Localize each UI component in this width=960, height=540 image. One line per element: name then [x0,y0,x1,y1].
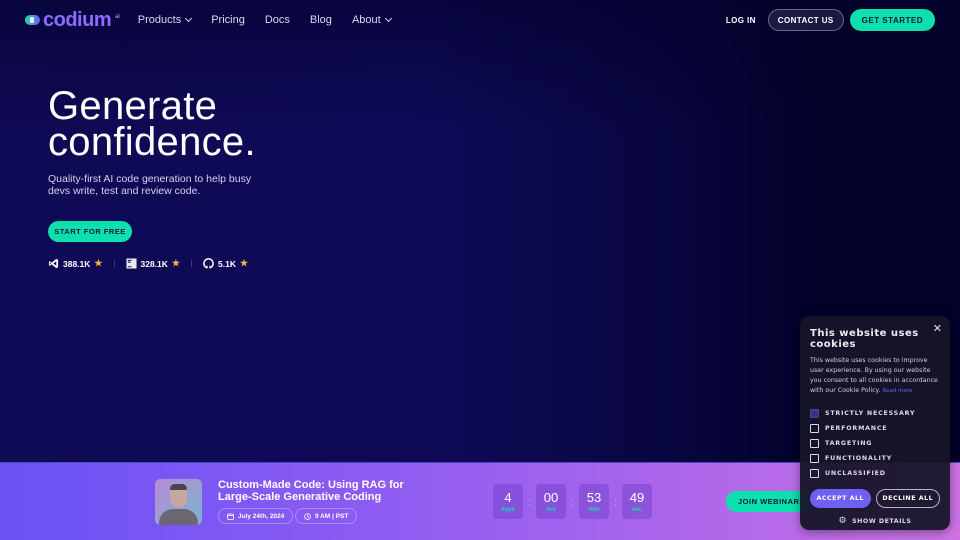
countdown-minutes-value: 53 [586,489,602,505]
hero-title-line2: confidence. [48,120,256,164]
countdown-separator: : [571,496,574,507]
nav-actions: LOG IN CONTACT US GET STARTED [726,9,935,31]
countdown-hours-value: 00 [543,489,559,505]
decline-all-button[interactable]: DECLINE ALL [875,489,940,508]
stat-jetbrains[interactable]: 328.1K ★ [125,258,180,269]
install-stats: 388.1K ★ 328.1K ★ 5.1K ★ [48,258,258,269]
countdown-days-label: days [501,506,515,513]
jetbrains-icon [125,258,137,269]
nav-docs[interactable]: Docs [265,14,290,26]
get-started-button[interactable]: GET STARTED [849,9,935,31]
vscode-icon [48,258,59,269]
cookie-unclassified[interactable]: UNCLASSIFIED [810,466,940,481]
chevron-down-icon [384,14,392,23]
cookie-categories: STRICTLY NECESSARY PERFORMANCE TARGETING… [810,406,940,481]
countdown-separator: : [528,496,531,507]
countdown-hours: 00 hrs [536,484,566,519]
start-for-free-button[interactable]: START FOR FREE [48,221,132,242]
checkbox[interactable] [810,439,819,448]
nav-docs-label: Docs [264,14,290,26]
star-icon: ★ [239,258,249,268]
cookie-strictly-necessary[interactable]: STRICTLY NECESSARY [810,406,940,421]
stat-vscode[interactable]: 388.1K ★ [48,258,103,269]
cookie-category-label: PERFORMANCE [825,425,888,432]
countdown-seconds: 49 sec [622,484,652,519]
top-nav: codium ai Products Pricing Docs Blog Abo… [0,0,960,40]
checkbox[interactable] [810,469,819,478]
stat-vscode-value: 388.1K [63,258,91,269]
gear-icon: ⚙ [838,516,848,526]
webinar-time-text: 9 AM | PST [315,512,349,520]
logo-text: codium [43,9,112,31]
countdown-seconds-label: sec [631,506,642,513]
cookie-performance[interactable]: PERFORMANCE [810,421,940,436]
cookie-targeting[interactable]: TARGETING [810,436,940,451]
close-icon[interactable]: ✕ [933,322,942,335]
webinar-title: Custom-Made Code: Using RAG for Large-Sc… [218,479,404,503]
show-details-button[interactable]: ⚙ SHOW DETAILS [810,516,940,526]
divider [113,260,115,267]
cookie-category-label: TARGETING [825,440,873,447]
star-icon: ★ [171,258,180,268]
cookie-category-label: STRICTLY NECESSARY [825,410,916,417]
checkbox[interactable] [810,409,819,418]
show-details-label: SHOW DETAILS [852,517,912,525]
logo-suffix: ai [115,14,120,20]
countdown-hours-label: hrs [546,506,556,513]
nav-pricing-label: Pricing [211,14,245,26]
countdown-days: 4 days [493,484,523,519]
hero-section: Generate confidence. Quality-first AI co… [48,86,258,269]
cookie-functionality[interactable]: FUNCTIONALITY [810,451,940,466]
calendar-icon [227,513,234,520]
webinar-time: 9 AM | PST [295,508,358,524]
codium-logo[interactable]: codium ai [25,10,120,30]
countdown-seconds-value: 49 [629,489,645,505]
nav-about-label: About [351,14,381,26]
countdown-separator: : [614,496,617,507]
divider [191,260,192,267]
github-icon [203,258,214,269]
join-webinar-button[interactable]: JOIN WEBINAR [726,491,812,512]
cookie-description-text: This website uses cookies to improve use… [810,357,938,394]
hero-title: Generate confidence. [48,86,258,162]
checkbox[interactable] [810,454,819,463]
stat-github[interactable]: 5.1K ★ [203,258,248,269]
checkbox[interactable] [810,424,819,433]
clock-icon [304,512,311,520]
nav-blog-label: Blog [309,14,332,26]
speaker-photo [155,479,202,525]
read-more-link[interactable]: Read more [882,388,912,394]
cookie-title: This website uses cookies [810,328,919,350]
stat-jetbrains-value: 328.1K [140,258,168,269]
nav-products-label: Products [137,14,182,26]
chevron-down-icon [185,14,193,23]
star-icon: ★ [94,258,103,268]
countdown-minutes-label: min [588,506,600,513]
nav-about[interactable]: About [351,14,392,26]
nav-products[interactable]: Products [137,14,193,26]
stat-github-value: 5.1K [218,258,236,269]
webinar-date-text: July 24th, 2024 [238,512,285,520]
countdown-minutes: 53 min [579,484,609,519]
cookie-category-label: UNCLASSIFIED [825,470,886,477]
logo-mark-icon [25,15,40,25]
cookie-description: This website uses cookies to improve use… [810,356,940,396]
countdown-days-value: 4 [504,489,512,505]
webinar-date: July 24th, 2024 [218,508,294,524]
accept-all-button[interactable]: ACCEPT ALL [810,489,871,508]
countdown-timer: 4 days : 00 hrs : 53 min : 49 sec [493,484,652,519]
cookie-consent-dialog: ✕ This website uses cookies This website… [800,316,950,530]
hero-subtitle: Quality-first AI code generation to help… [48,173,252,197]
contact-us-button[interactable]: CONTACT US [767,9,844,31]
cookie-actions: ACCEPT ALL DECLINE ALL [810,489,940,508]
nav-pricing[interactable]: Pricing [211,14,245,26]
login-link[interactable]: LOG IN [726,16,756,25]
nav-blog[interactable]: Blog [310,14,332,26]
cookie-category-label: FUNCTIONALITY [825,455,893,462]
